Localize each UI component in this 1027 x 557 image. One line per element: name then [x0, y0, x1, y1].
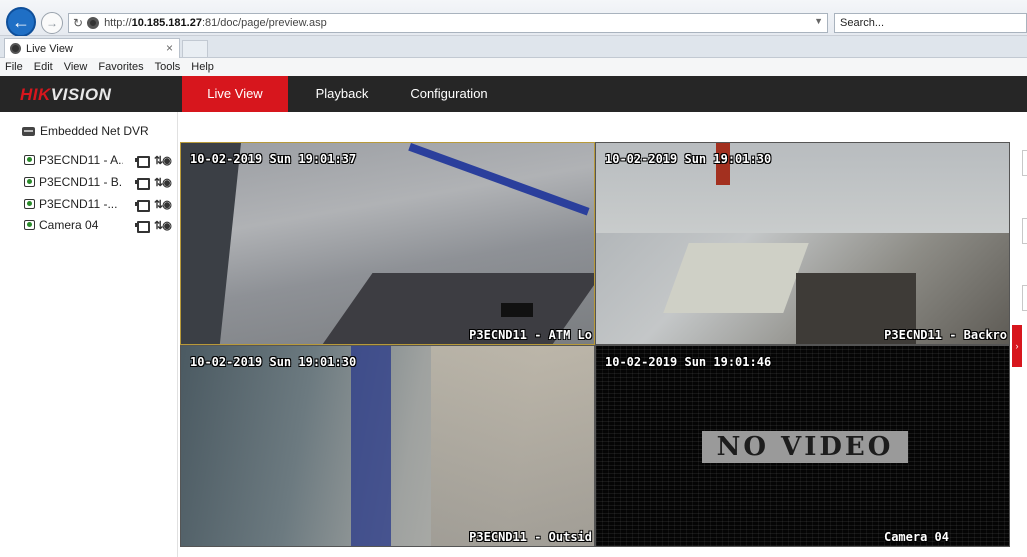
camera-name-osd: P3ECND11 - Backro: [884, 328, 1007, 342]
chevron-right-icon: ›: [1015, 341, 1019, 351]
menu-file[interactable]: File: [4, 61, 24, 73]
menu-tools[interactable]: Tools: [154, 61, 182, 73]
camera-name-osd: P3ECND11 - Outsid: [469, 530, 592, 544]
device-sidebar: Embedded Net DVR P3ECND11 - A... ⇅◉ P3EC…: [0, 112, 178, 557]
camera-item[interactable]: P3ECND11 -... ⇅◉: [24, 197, 174, 212]
browser-menu-bar: File Edit View Favorites Tools Help: [0, 58, 1027, 76]
refresh-icon[interactable]: ↻: [73, 16, 83, 30]
back-button[interactable]: ←: [6, 7, 36, 37]
device-item[interactable]: Embedded Net DVR: [22, 124, 149, 138]
no-video-label: NO VIDEO: [702, 431, 908, 463]
door-frame: [181, 143, 241, 344]
arrow-left-icon: ←: [12, 11, 30, 32]
camera-name-osd: P3ECND11 - ATM Lo: [469, 328, 592, 342]
ptz-icon[interactable]: ⇅◉: [154, 219, 172, 232]
camera-label: P3ECND11 - B...: [39, 175, 123, 189]
video-tile-2[interactable]: 10-02-2019 Sun 19:01:30 P3ECND11 - Backr…: [595, 142, 1010, 345]
menu-view[interactable]: View: [63, 61, 89, 73]
camera-icon: [24, 220, 35, 230]
box: [663, 243, 809, 313]
url-dropdown-icon[interactable]: ▼: [814, 16, 823, 26]
url-field[interactable]: ↻ http://10.185.181.27:81/doc/page/previ…: [68, 13, 828, 33]
ptz-icon[interactable]: ⇅◉: [154, 198, 172, 211]
dvr-icon: [22, 126, 35, 136]
camera-icon: [24, 199, 35, 209]
browser-tab-bar: Live View ×: [0, 36, 1027, 58]
video-tile-3[interactable]: 10-02-2019 Sun 19:01:30 P3ECND11 - Outsi…: [180, 345, 595, 547]
site-favicon-icon: [10, 43, 21, 54]
camera-label: P3ECND11 -...: [39, 197, 118, 211]
ptz-control[interactable]: [1022, 285, 1027, 311]
record-icon[interactable]: [135, 177, 150, 190]
site-favicon-icon: [87, 17, 100, 29]
device-label: Embedded Net DVR: [40, 124, 149, 138]
search-input[interactable]: Search...: [834, 13, 1027, 33]
timestamp-osd: 10-02-2019 Sun 19:01:46: [605, 355, 772, 369]
camera-label: P3ECND11 - A...: [39, 153, 123, 167]
record-icon[interactable]: [135, 199, 150, 212]
video-grid: 10-02-2019 Sun 19:01:37 P3ECND11 - ATM L…: [180, 142, 1010, 547]
video-tile-1[interactable]: 10-02-2019 Sun 19:01:37 P3ECND11 - ATM L…: [180, 142, 595, 345]
new-tab-button[interactable]: [182, 40, 208, 58]
camera-item[interactable]: Camera 04 ⇅◉: [24, 218, 174, 233]
expand-panel-button[interactable]: ›: [1012, 325, 1022, 367]
record-icon[interactable]: [135, 220, 150, 233]
tab-live-view[interactable]: Live View ×: [4, 38, 180, 58]
outdoor-view: [431, 346, 594, 546]
forward-button[interactable]: →: [41, 12, 63, 34]
app-header: HIKVISION Live View Playback Configurati…: [0, 76, 1027, 112]
close-icon[interactable]: ×: [166, 41, 173, 55]
record-icon[interactable]: [135, 155, 150, 168]
glass-door-frame: [351, 346, 391, 546]
camera-item[interactable]: P3ECND11 - B... ⇅◉: [24, 175, 174, 190]
camera-item[interactable]: P3ECND11 - A... ⇅◉: [24, 153, 174, 168]
timestamp-osd: 10-02-2019 Sun 19:01:30: [190, 355, 357, 369]
menu-help[interactable]: Help: [190, 61, 215, 73]
dark-object: [501, 303, 533, 317]
menu-edit[interactable]: Edit: [33, 61, 54, 73]
video-toolbar: [180, 547, 1010, 557]
camera-icon: [24, 155, 35, 165]
ptz-icon[interactable]: ⇅◉: [154, 154, 172, 167]
tab-playback[interactable]: Playback: [300, 76, 384, 112]
tab-live-view[interactable]: Live View: [182, 76, 288, 112]
tab-configuration[interactable]: Configuration: [398, 76, 500, 112]
tab-title: Live View: [26, 42, 73, 55]
ptz-icon[interactable]: ⇅◉: [154, 176, 172, 189]
camera-name-osd: Camera 04: [883, 530, 949, 544]
ptz-control[interactable]: [1022, 150, 1027, 176]
camera-icon: [24, 177, 35, 187]
url-text: http://10.185.181.27:81/doc/page/preview…: [104, 17, 327, 29]
ptz-control[interactable]: [1022, 218, 1027, 244]
timestamp-osd: 10-02-2019 Sun 19:01:37: [190, 152, 357, 166]
menu-favorites[interactable]: Favorites: [97, 61, 144, 73]
arrow-right-icon: →: [46, 16, 58, 30]
browser-address-bar: ← → ↻ http://10.185.181.27:81/doc/page/p…: [0, 0, 1027, 37]
camera-label: Camera 04: [39, 218, 99, 232]
hikvision-logo: HIKVISION: [20, 85, 112, 104]
video-tile-4[interactable]: 10-02-2019 Sun 19:01:46 NO VIDEO Camera …: [595, 345, 1010, 547]
blue-rail: [408, 143, 590, 216]
timestamp-osd: 10-02-2019 Sun 19:01:30: [605, 152, 772, 166]
